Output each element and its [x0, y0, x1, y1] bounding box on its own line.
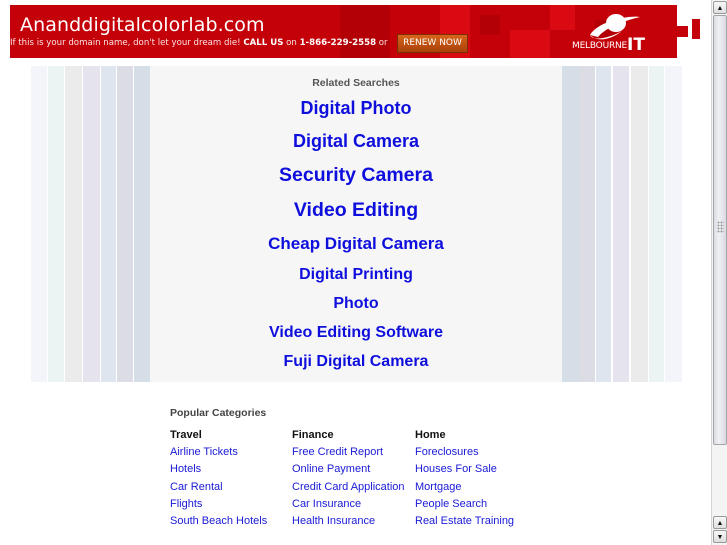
related-search-link[interactable]: Digital Camera [150, 131, 562, 152]
arrow-down-icon[interactable]: ▼ [713, 530, 727, 543]
grip-icon [717, 221, 724, 233]
decor-stripe [134, 66, 150, 382]
renew-now-button[interactable]: RENEW NOW [397, 34, 468, 53]
category-link[interactable]: Online Payment [292, 463, 405, 480]
category-link[interactable]: Airline Tickets [170, 446, 267, 463]
decor-stripe [596, 66, 611, 382]
banner-decor [480, 15, 500, 35]
category-link[interactable]: Mortgage [415, 481, 514, 498]
arrow-up-icon[interactable]: ▲ [713, 516, 727, 529]
related-search-link[interactable]: Photo [150, 295, 562, 313]
category-link[interactable]: Car Rental [170, 481, 267, 498]
category-link[interactable]: People Search [415, 498, 514, 515]
decor-stripe [65, 66, 82, 382]
category-link[interactable]: Real Estate Training [415, 515, 514, 532]
message-text: If this is your domain name, don't let y… [10, 38, 244, 48]
related-search-link[interactable]: Video Editing Software [150, 324, 562, 342]
decor-stripe [101, 66, 116, 382]
category-link[interactable]: Health Insurance [292, 515, 405, 532]
category-column-finance: Finance Free Credit Report Online Paymen… [292, 429, 405, 532]
decor-stripe [31, 66, 47, 382]
related-search-link[interactable]: Cheap Digital Camera [150, 234, 562, 254]
banner-decor [677, 26, 688, 37]
decor-stripe [613, 66, 629, 382]
category-heading: Home [415, 429, 446, 441]
phone-number: 1-866-229-2558 [299, 38, 377, 48]
decor-stripe [665, 66, 682, 382]
renewal-message: If this is your domain name, don't let y… [10, 38, 388, 48]
call-us-text: CALL US [243, 38, 284, 48]
melbourne-logo-text: MELBOURNE [572, 41, 628, 51]
scrollbar-thumb[interactable] [713, 15, 727, 445]
category-link[interactable]: Houses For Sale [415, 463, 514, 480]
arrow-up-icon[interactable]: ▲ [713, 1, 727, 14]
decor-stripe [48, 66, 64, 382]
decor-stripe [649, 66, 664, 382]
banner-decor [692, 19, 700, 39]
related-search-link[interactable]: Digital Printing [150, 266, 562, 284]
decor-stripe [83, 66, 100, 382]
category-link[interactable]: Hotels [170, 463, 267, 480]
category-link[interactable]: Car Insurance [292, 498, 405, 515]
related-search-link[interactable]: Video Editing [150, 199, 562, 222]
category-link[interactable]: Flights [170, 498, 267, 515]
it-logo-text: IT [627, 35, 645, 55]
related-search-link[interactable]: Security Camera [150, 164, 562, 187]
related-search-link[interactable]: Digital Photo [150, 98, 562, 119]
category-link[interactable]: Credit Card Application [292, 481, 405, 498]
decor-stripe [631, 66, 648, 382]
decor-stripe [117, 66, 133, 382]
banner-decor [510, 30, 550, 58]
decor-stripe [562, 66, 579, 382]
category-column-home: Home Foreclosures Houses For Sale Mortga… [415, 429, 514, 532]
on-text: on [283, 38, 300, 48]
domain-title: Ananddigitalcolorlab.com [20, 14, 265, 36]
category-link[interactable]: South Beach Hotels [170, 515, 267, 532]
category-heading: Finance [292, 429, 334, 441]
domain-banner: Ananddigitalcolorlab.com If this is your… [10, 5, 677, 58]
banner-decor [340, 5, 390, 58]
or-text: or [376, 38, 388, 48]
related-search-link[interactable]: Fuji Digital Camera [150, 353, 562, 371]
related-searches-label: Related Searches [312, 77, 400, 89]
related-searches-panel: Related Searches Digital Photo Digital C… [150, 66, 562, 382]
category-link[interactable]: Foreclosures [415, 446, 514, 463]
category-heading: Travel [170, 429, 202, 441]
decor-stripe [579, 66, 595, 382]
popular-categories-title: Popular Categories [170, 407, 267, 419]
category-column-travel: Travel Airline Tickets Hotels Car Rental… [170, 429, 267, 532]
category-link[interactable]: Free Credit Report [292, 446, 405, 463]
vertical-scrollbar[interactable]: ▲ ▲ ▼ [711, 0, 727, 545]
